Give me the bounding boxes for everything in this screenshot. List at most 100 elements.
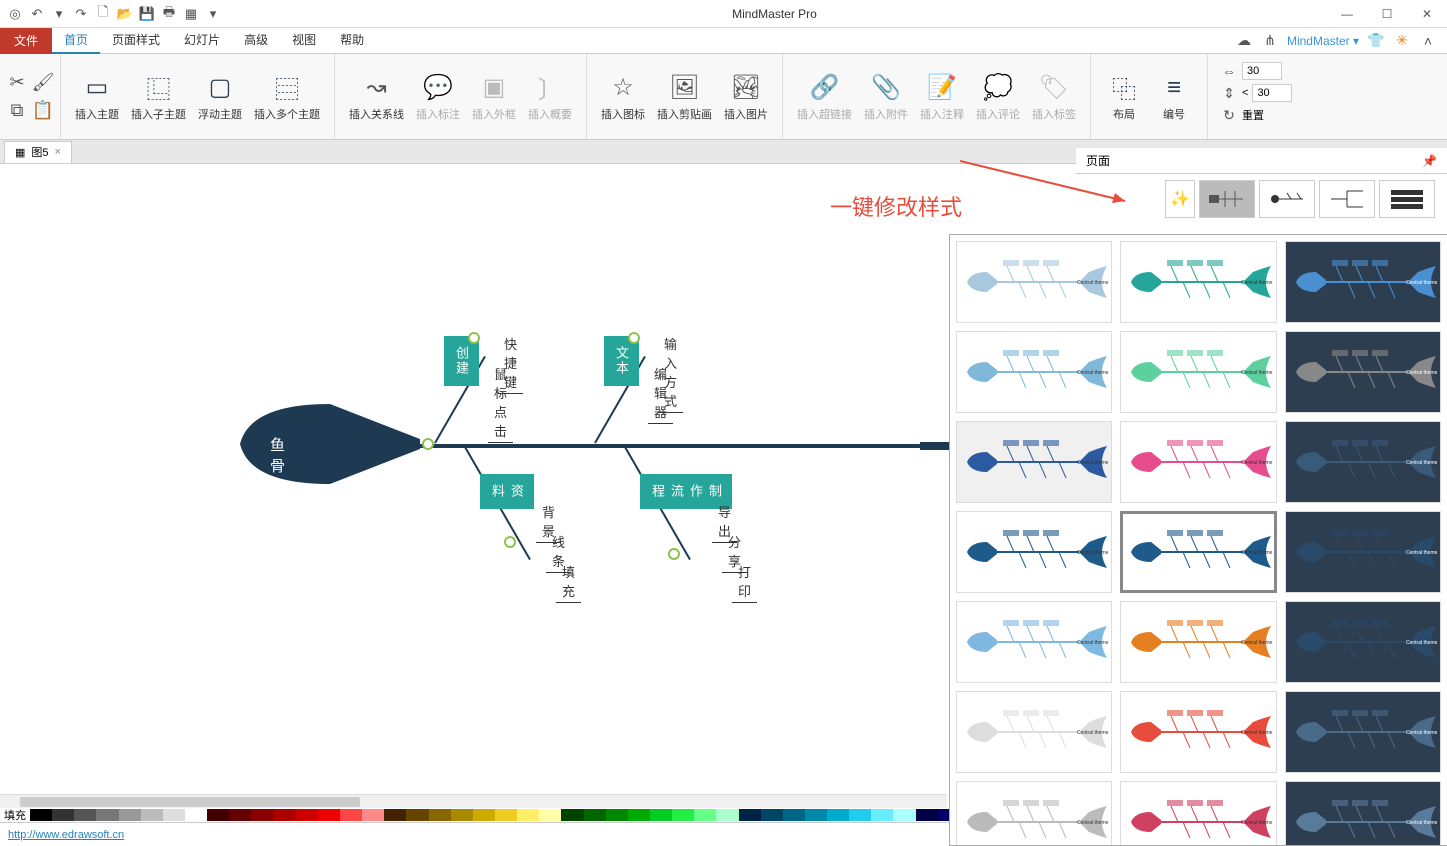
insert-tag-button[interactable]: 🏷 插入标签 (1026, 58, 1082, 135)
pin-icon[interactable]: 📌 (1422, 154, 1437, 168)
undo-icon[interactable]: ↶ (28, 5, 46, 23)
new-icon[interactable]: 🗋 (94, 5, 112, 23)
insert-hyperlink-button[interactable]: 🔗 插入超链接 (791, 58, 858, 135)
document-tab[interactable]: ▦ 图5 × (4, 141, 72, 163)
style-thumbnail[interactable]: Central theme (1285, 781, 1441, 846)
color-swatch[interactable] (650, 809, 672, 821)
tab-home[interactable]: 首页 (52, 28, 100, 54)
color-swatch[interactable] (495, 809, 517, 821)
color-swatch[interactable] (805, 809, 827, 821)
vspacing-input[interactable]: 30 (1252, 84, 1292, 102)
bone-material[interactable]: 资料 (480, 474, 534, 509)
color-swatch[interactable] (185, 809, 207, 821)
tshirt-icon[interactable]: 👕 (1367, 32, 1385, 50)
tab-advanced[interactable]: 高级 (232, 28, 280, 54)
fish-head[interactable] (240, 404, 420, 484)
insert-relation-button[interactable]: ↝ 插入关系线 (343, 58, 410, 135)
color-swatch[interactable] (384, 809, 406, 821)
insert-icon-button[interactable]: ☆ 插入图标 (595, 58, 651, 135)
color-swatch[interactable] (827, 809, 849, 821)
numbering-button[interactable]: ≡ 编号 (1149, 58, 1199, 135)
close-tab-icon[interactable]: × (55, 146, 61, 158)
tab-page-style[interactable]: 页面样式 (100, 28, 172, 54)
color-swatch[interactable] (141, 809, 163, 821)
style-thumbnail[interactable]: Central theme (956, 781, 1112, 846)
open-icon[interactable]: 📂 (116, 5, 134, 23)
sub-item[interactable]: 填充 (556, 562, 581, 603)
color-swatch[interactable] (451, 809, 473, 821)
color-swatch[interactable] (74, 809, 96, 821)
insert-boundary-button[interactable]: ▣ 插入外框 (466, 58, 522, 135)
color-swatch[interactable] (893, 809, 915, 821)
cloud-icon[interactable]: ☁ (1235, 32, 1253, 50)
color-swatch[interactable] (229, 809, 251, 821)
color-swatch[interactable] (783, 809, 805, 821)
preview-icon[interactable]: ▦ (182, 5, 200, 23)
layout-style-3[interactable] (1319, 180, 1375, 218)
style-thumbnail[interactable]: Central theme (956, 601, 1112, 683)
cut-icon[interactable]: ✂ (8, 74, 26, 92)
color-swatch[interactable] (251, 809, 273, 821)
layout-style-1[interactable] (1199, 180, 1255, 218)
layout-style-2[interactable] (1259, 180, 1315, 218)
color-swatch[interactable] (473, 809, 495, 821)
redo-icon[interactable]: ↷ (72, 5, 90, 23)
color-swatch[interactable] (340, 809, 362, 821)
color-swatch[interactable] (672, 809, 694, 821)
expand-icon[interactable] (468, 332, 480, 344)
insert-comment-button[interactable]: 💭 插入评论 (970, 58, 1026, 135)
expand-icon[interactable] (668, 548, 680, 560)
paste-icon[interactable]: 📋 (34, 102, 52, 120)
logo-icon[interactable]: ✳ (1393, 32, 1411, 50)
reset-spacing-button[interactable]: ↻ 重置 (1220, 106, 1292, 124)
sub-item[interactable]: 编辑器 (648, 364, 673, 424)
color-swatch[interactable] (96, 809, 118, 821)
minimize-button[interactable]: — (1327, 0, 1367, 28)
color-swatch[interactable] (628, 809, 650, 821)
style-thumbnail[interactable]: Central theme (1120, 511, 1276, 593)
style-thumbnail[interactable]: Central theme (1120, 691, 1276, 773)
style-thumbnail[interactable]: Central theme (1120, 331, 1276, 413)
style-thumbnail[interactable]: Central theme (956, 691, 1112, 773)
color-swatch[interactable] (716, 809, 738, 821)
style-thumbnail[interactable]: Central theme (956, 241, 1112, 323)
central-topic[interactable]: 鱼骨图的画法 (270, 434, 285, 560)
color-swatch[interactable] (561, 809, 583, 821)
color-swatch[interactable] (606, 809, 628, 821)
color-swatch[interactable] (52, 809, 74, 821)
color-swatch[interactable] (539, 809, 561, 821)
style-thumbnail[interactable]: Central theme (1120, 421, 1276, 503)
dropdown-icon[interactable]: ▾ (50, 5, 68, 23)
insert-callout-button[interactable]: 💬 插入标注 (410, 58, 466, 135)
insert-summary-button[interactable]: 〕 插入概要 (522, 58, 578, 135)
style-thumbnail[interactable]: Central theme (1285, 241, 1441, 323)
insert-topic-button[interactable]: ▭ 插入主题 (69, 58, 125, 135)
floating-topic-button[interactable]: ▢ 浮动主题 (192, 58, 248, 135)
color-swatch[interactable] (318, 809, 340, 821)
print-icon[interactable]: 🖶 (160, 5, 178, 23)
color-swatch[interactable] (163, 809, 185, 821)
scrollbar-thumb[interactable] (20, 797, 360, 807)
collapse-ribbon-icon[interactable]: ˄ (1419, 32, 1437, 50)
brand-link[interactable]: MindMaster ▾ (1287, 34, 1359, 48)
color-swatch[interactable] (871, 809, 893, 821)
insert-note-button[interactable]: 📝 插入注释 (914, 58, 970, 135)
format-painter-icon[interactable]: 🖌 (34, 74, 52, 92)
sub-item[interactable]: 打印 (732, 562, 757, 603)
color-swatch[interactable] (761, 809, 783, 821)
hspacing-input[interactable]: 30 (1242, 62, 1282, 80)
maximize-button[interactable]: ☐ (1367, 0, 1407, 28)
file-menu[interactable]: 文件 (0, 28, 52, 54)
save-icon[interactable]: 💾 (138, 5, 156, 23)
color-swatch[interactable] (406, 809, 428, 821)
insert-image-button[interactable]: 🏞 插入图片 (718, 58, 774, 135)
share-icon[interactable]: ⋔ (1261, 32, 1279, 50)
style-thumbnail[interactable]: Central theme (1120, 781, 1276, 846)
copy-icon[interactable]: ⧉ (8, 102, 26, 120)
color-swatch[interactable] (584, 809, 606, 821)
insert-clipart-button[interactable]: 🖼 插入剪贴画 (651, 58, 718, 135)
style-thumbnail[interactable]: Central theme (1285, 691, 1441, 773)
close-button[interactable]: ✕ (1407, 0, 1447, 28)
color-swatch[interactable] (694, 809, 716, 821)
target-icon[interactable]: ◎ (6, 5, 24, 23)
